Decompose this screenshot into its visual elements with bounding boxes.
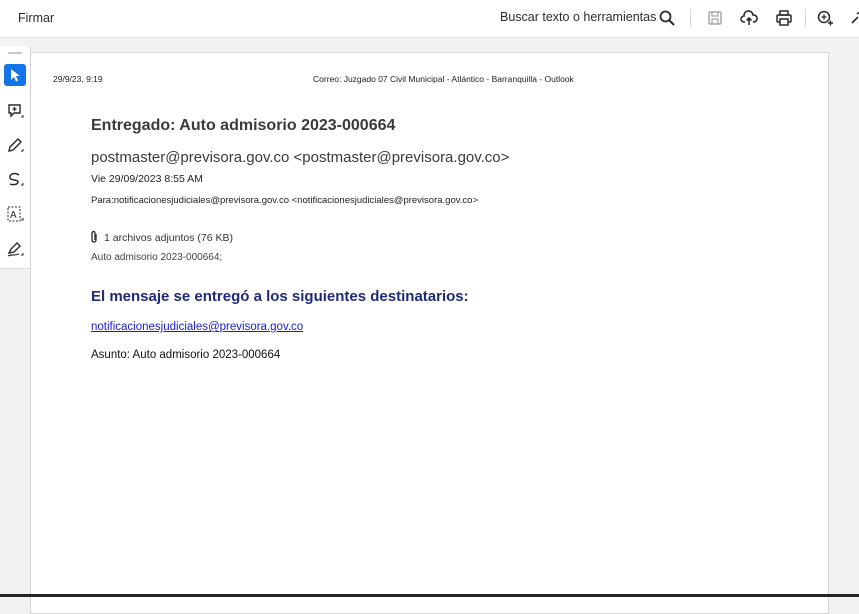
upload-cloud-icon[interactable] — [740, 9, 758, 27]
toolbar-divider — [690, 9, 691, 27]
top-toolbar: Firmar Buscar texto o herramientas — [0, 0, 859, 38]
link-icon[interactable] — [848, 9, 859, 27]
save-icon[interactable] — [706, 9, 724, 27]
print-icon[interactable] — [775, 9, 793, 27]
document-page: 29/9/23, 9:19 Correo: Juzgado 07 Civil M… — [30, 52, 829, 614]
print-header-title: Correo: Juzgado 07 Civil Municipal - Atl… — [313, 74, 574, 84]
search-tools-label[interactable]: Buscar texto o herramientas — [500, 10, 656, 24]
paperclip-icon — [91, 230, 97, 243]
select-tool[interactable] — [4, 64, 26, 86]
attachment-name: Auto admisorio 2023-000664; — [91, 252, 223, 263]
draw-pen-tool[interactable] — [4, 134, 26, 156]
search-icon[interactable] — [658, 9, 676, 27]
add-comment-icon — [8, 104, 24, 118]
freehand-curve-tool[interactable] — [4, 168, 26, 190]
attachments-count: 1 archivos adjuntos (76 KB) — [104, 232, 233, 244]
draw-pen-icon — [8, 138, 24, 152]
sign-pen-tool[interactable] — [4, 238, 26, 260]
svg-text:A: A — [10, 210, 17, 221]
sign-button[interactable]: Firmar — [18, 11, 54, 25]
sign-pen-icon — [7, 242, 24, 257]
email-date: Vie 29/09/2023 8:55 AM — [91, 173, 203, 185]
add-comment-tool[interactable] — [4, 100, 26, 122]
print-header-date: 29/9/23, 9:19 — [53, 74, 103, 84]
zoom-add-icon[interactable] — [816, 9, 834, 27]
attachments-summary: 1 archivos adjuntos (76 KB) — [89, 230, 233, 244]
left-tool-panel: A — [0, 46, 31, 269]
email-subject: Entregado: Auto admisorio 2023-000664 — [91, 117, 396, 134]
text-recognition-tool[interactable]: A — [4, 203, 26, 225]
email-sender: postmaster@previsora.gov.co <postmaster@… — [91, 149, 510, 166]
delivery-heading: El mensaje se entregó a los siguientes d… — [91, 288, 469, 305]
recipient-email-link[interactable]: notificacionesjudiciales@previsora.gov.c… — [91, 321, 303, 333]
freehand-curve-icon — [9, 172, 24, 186]
email-recipients: Para:notificacionesjudiciales@previsora.… — [91, 195, 478, 206]
text-recognition-icon: A — [7, 206, 24, 222]
toolbar-divider — [805, 9, 806, 27]
asunto-line: Asunto: Auto admisorio 2023-000664 — [91, 349, 281, 361]
panel-grip[interactable] — [8, 52, 22, 54]
select-icon — [11, 69, 20, 82]
